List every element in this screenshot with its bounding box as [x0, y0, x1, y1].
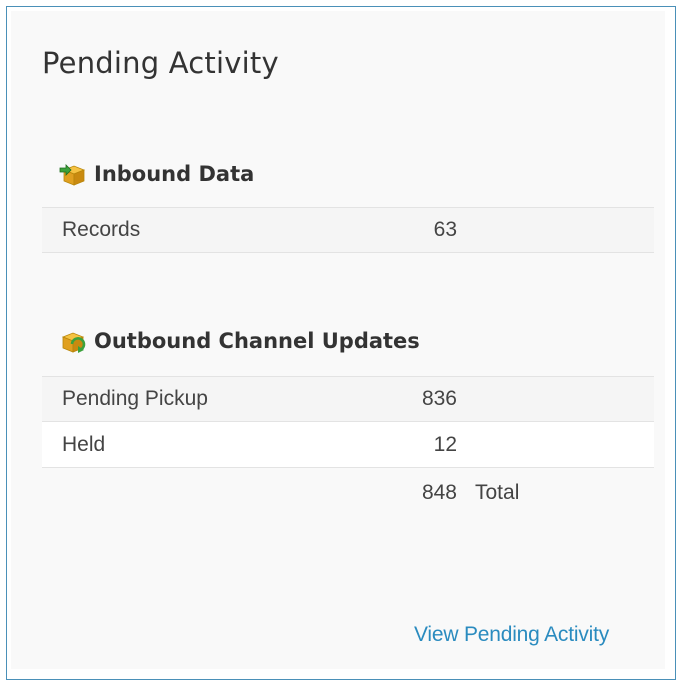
table-row: Pending Pickup 836 [42, 376, 654, 422]
row-value-records: 63 [433, 218, 457, 241]
panel-title: Pending Activity [42, 46, 279, 80]
row-value-pending-pickup: 836 [421, 387, 457, 410]
outbound-section-header: Outbound Channel Updates [58, 327, 420, 355]
row-value-held: 12 [433, 432, 457, 456]
inbound-section-header: Inbound Data [58, 160, 254, 188]
inbound-section-title: Inbound Data [94, 162, 255, 186]
row-label-records: Records [62, 218, 141, 241]
view-pending-activity-link[interactable]: View Pending Activity [414, 623, 609, 647]
total-label: Total [475, 481, 520, 504]
row-label-pending-pickup: Pending Pickup [62, 387, 208, 410]
box-sync-icon [58, 327, 88, 355]
box-arrow-in-icon [58, 160, 88, 188]
total-value: 848 [421, 481, 457, 504]
outbound-table: Pending Pickup 836 Held 12 [42, 376, 654, 468]
inbound-table: Records 63 [42, 207, 654, 253]
outbound-section-title: Outbound Channel Updates [94, 329, 420, 353]
row-label-held: Held [62, 432, 106, 456]
table-row: Records 63 [42, 207, 654, 253]
outbound-total-row: 848 Total [42, 470, 654, 516]
table-row: Held 12 [42, 422, 654, 468]
